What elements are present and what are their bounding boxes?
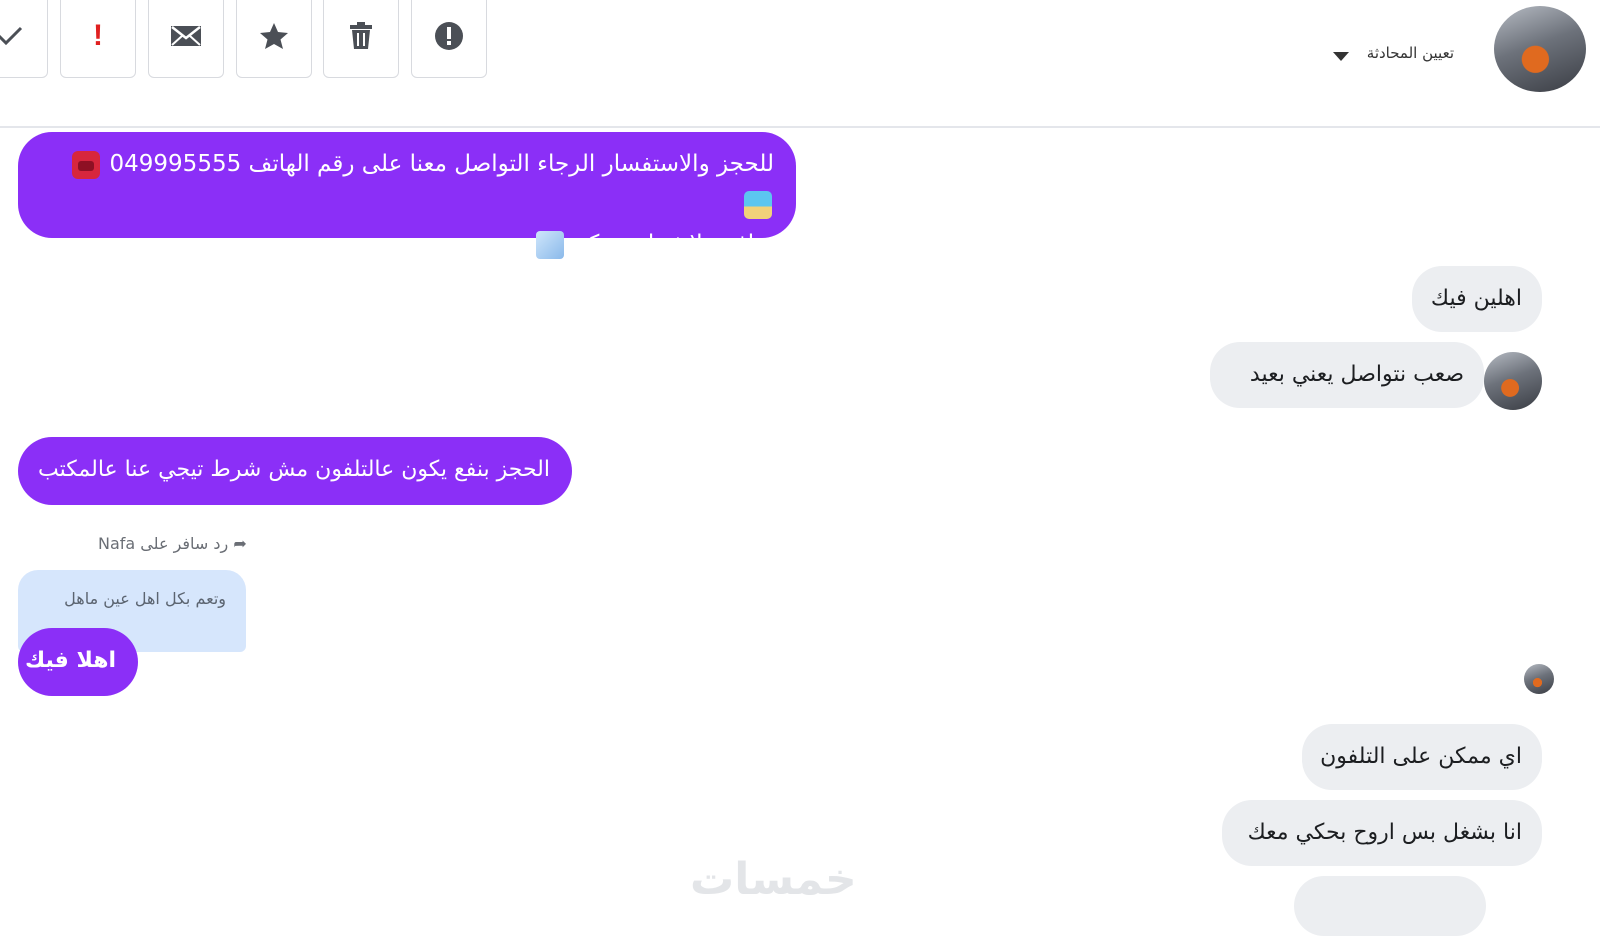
mark-done-button[interactable] — [0, 0, 48, 78]
envelope-icon — [170, 24, 202, 48]
mark-important-button[interactable]: ! — [60, 0, 136, 78]
seen-avatar — [1524, 664, 1554, 694]
contact-avatar[interactable] — [1494, 6, 1586, 92]
star-button[interactable] — [236, 0, 312, 78]
mark-unread-button[interactable] — [148, 0, 224, 78]
trash-icon — [349, 22, 373, 50]
message-bubble-page: للحجز والاستفسار الرجاء التواصل معنا على… — [18, 132, 796, 259]
conversation-toolbar: ! تعيين المحادثة — [0, 0, 1600, 128]
message-bubble-user-partial — [1294, 876, 1486, 936]
caret-down-icon — [1332, 51, 1349, 61]
reply-arrow-icon: ➦ — [233, 534, 247, 553]
assign-conversation-dropdown[interactable]: تعيين المحادثة — [1332, 44, 1454, 62]
message-text-line: سافر ببلاش لخدمتكم — [40, 224, 774, 264]
sender-avatar — [1484, 352, 1542, 410]
alert-circle-icon — [434, 21, 464, 51]
star-icon — [259, 22, 289, 50]
message-bubble-user: اهلين فيك — [1412, 266, 1542, 332]
delete-button[interactable] — [323, 0, 399, 78]
reply-indicator: ➦ رد سافر على Nafa — [98, 534, 247, 553]
message-bubble-page: الحجز بنفع يكون عالتلفون مش شرط تيجي عنا… — [18, 437, 572, 505]
check-icon — [0, 26, 23, 46]
message-text-line: للحجز والاستفسار الرجاء التواصل معنا على… — [40, 144, 774, 224]
beach-emoji-icon — [744, 190, 772, 219]
message-bubble-user: اي ممكن على التلفون — [1302, 724, 1542, 790]
conversation-view: ! تعيين المحادثة للحجز والاستفسار الرجاء… — [0, 0, 1600, 940]
exclamation-icon: ! — [93, 19, 103, 52]
watermark-logo: خمسات — [690, 854, 857, 905]
message-bubble-user: انا بشغل بس اروح بحكي معك — [1222, 800, 1542, 866]
message-bubble-user: صعب نتواصل يعني بعيد — [1210, 342, 1484, 408]
telephone-emoji-icon — [72, 150, 101, 179]
airplane-emoji-icon — [535, 230, 564, 259]
assign-conversation-label: تعيين المحادثة — [1366, 44, 1454, 62]
report-spam-button[interactable] — [411, 0, 487, 78]
message-bubble-page: اهلا فيك — [18, 628, 138, 696]
